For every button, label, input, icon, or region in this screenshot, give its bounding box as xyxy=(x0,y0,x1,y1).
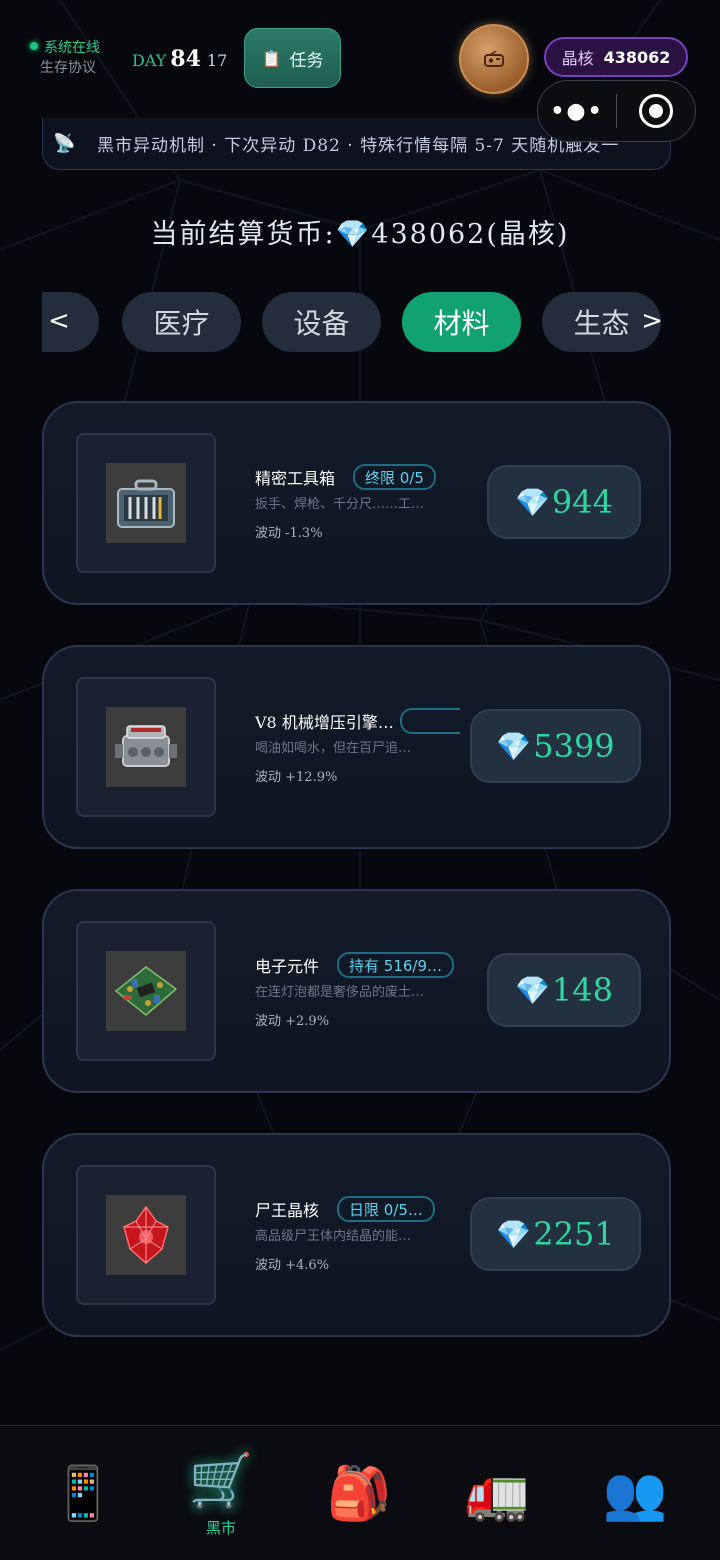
crystal-balance[interactable]: 晶核 438062 xyxy=(544,37,688,77)
chevron-left-icon[interactable]: < xyxy=(48,306,70,336)
item-limit-tag xyxy=(399,708,460,734)
settlement-currency: 当前结算货币:💎438062(晶核) xyxy=(0,212,720,251)
hour-value: 17 xyxy=(206,51,228,70)
tab-label: 设备 xyxy=(293,307,350,340)
item-fluctuation: 波动 -1.3% xyxy=(255,526,323,541)
task-button-label: 任务 xyxy=(289,50,324,71)
close-miniprogram-button[interactable] xyxy=(617,94,695,128)
category-tabs: 医疗 设备 材料 生态 < > xyxy=(42,290,671,354)
tab-label: 生态 xyxy=(573,307,630,340)
nav-item-black-market[interactable]: 🛒 黑市 xyxy=(149,1426,293,1560)
item-name: V8 机械增压引擎… xyxy=(255,713,394,732)
item-card[interactable]: V8 机械增压引擎… 喝油如喝水，但在百尸追… 波动 +12.9% 💎 5399 xyxy=(42,645,671,849)
tab-label: 医疗 xyxy=(153,307,210,340)
nav-item-people[interactable]: 👥 xyxy=(563,1426,707,1560)
red-crystal-icon xyxy=(106,1195,186,1275)
buy-price-button[interactable]: 💎 944 xyxy=(487,465,641,539)
more-options-icon[interactable]: •●• xyxy=(538,99,616,124)
circuit-board-icon xyxy=(106,951,186,1031)
tab-medical[interactable]: 医疗 xyxy=(122,292,241,352)
system-status: 系统在线 生存协议 xyxy=(30,38,100,78)
item-thumbnail-frame xyxy=(76,1165,216,1305)
item-description: 扳手、焊枪、千分尺……工… xyxy=(255,497,425,512)
price-value: 5399 xyxy=(533,727,615,765)
diamond-icon: 💎 xyxy=(496,729,532,763)
price-value: 2251 xyxy=(533,1215,615,1253)
miniprogram-capsule: •●• xyxy=(537,80,696,142)
item-thumbnail-frame xyxy=(76,921,216,1061)
item-fluctuation: 波动 +4.6% xyxy=(255,1258,330,1273)
day-counter: DAY 84 17 xyxy=(132,46,227,72)
nav-item-phone[interactable]: 📱 xyxy=(11,1426,155,1560)
tab-materials[interactable]: 材料 xyxy=(402,292,521,352)
currency-unit: (晶核) xyxy=(486,219,570,250)
radio-avatar-button[interactable] xyxy=(459,24,529,94)
protocol-label: 生存协议 xyxy=(40,60,96,76)
currency-prefix: 当前结算货币: xyxy=(150,219,336,250)
item-fluctuation: 波动 +2.9% xyxy=(255,1014,330,1029)
price-value: 148 xyxy=(551,971,613,1009)
item-name: 电子元件 xyxy=(255,957,320,976)
radio-icon xyxy=(484,51,504,67)
people-icon: 👥 xyxy=(602,1463,668,1524)
currency-amount: 438062 xyxy=(371,219,487,250)
truck-icon: 🚛 xyxy=(464,1463,530,1524)
day-number: 84 xyxy=(170,46,201,72)
item-thumbnail-frame xyxy=(76,433,216,573)
diamond-icon: 💎 xyxy=(335,219,372,250)
item-card[interactable]: 精密工具箱 终限 0/5 扳手、焊枪、千分尺……工… 波动 -1.3% 💎 944 xyxy=(42,401,671,605)
item-info: 尸王晶核 日限 0/5… 高品级尸王体内结晶的能… 波动 +4.6% xyxy=(255,1195,465,1273)
buy-price-button[interactable]: 💎 148 xyxy=(487,953,641,1027)
nav-label: 黑市 xyxy=(205,1519,236,1537)
clipboard-icon: 📋 xyxy=(261,48,282,68)
buy-price-button[interactable]: 💎 5399 xyxy=(470,709,641,783)
target-icon xyxy=(639,94,673,128)
item-card[interactable]: 电子元件 持有 516/9… 在连灯泡都是奢侈品的废土… 波动 +2.9% 💎 14… xyxy=(42,889,671,1093)
crystal-label: 晶核 xyxy=(561,49,594,68)
shopping-cart-icon: 🛒 xyxy=(188,1451,254,1511)
crystal-value: 438062 xyxy=(603,47,671,67)
tab-label: 材料 xyxy=(433,307,490,340)
item-description: 高品级尸王体内结晶的能… xyxy=(255,1229,412,1244)
toolbox-icon xyxy=(106,463,186,543)
item-card[interactable]: 尸王晶核 日限 0/5… 高品级尸王体内结晶的能… 波动 +4.6% 💎 2251 xyxy=(42,1133,671,1337)
nav-item-backpack[interactable]: 🎒 xyxy=(287,1426,431,1560)
online-dot-icon xyxy=(30,42,38,50)
item-holding-tag: 持有 516/9… xyxy=(337,952,455,978)
diamond-icon: 💎 xyxy=(496,1217,532,1251)
system-online-label: 系统在线 xyxy=(44,40,100,56)
price-value: 944 xyxy=(551,483,613,521)
phone-icon: 📱 xyxy=(50,1463,116,1524)
item-info: V8 机械增压引擎… 喝油如喝水，但在百尸追… 波动 +12.9% xyxy=(255,707,465,785)
task-button[interactable]: 📋 任务 xyxy=(244,28,341,88)
item-limit-tag: 日限 0/5… xyxy=(337,1196,435,1222)
backpack-icon: 🎒 xyxy=(326,1463,392,1524)
buy-price-button[interactable]: 💎 2251 xyxy=(470,1197,641,1271)
item-info: 电子元件 持有 516/9… 在连灯泡都是奢侈品的废土… 波动 +2.9% xyxy=(255,951,465,1029)
day-label: DAY xyxy=(132,51,167,70)
item-limit-tag: 终限 0/5 xyxy=(353,464,436,490)
item-thumbnail-frame xyxy=(76,677,216,817)
diamond-icon: 💎 xyxy=(515,485,550,519)
satellite-icon: 📡 xyxy=(53,133,76,154)
tab-equipment[interactable]: 设备 xyxy=(262,292,381,352)
item-info: 精密工具箱 终限 0/5 扳手、焊枪、千分尺……工… 波动 -1.3% xyxy=(255,463,465,541)
nav-item-truck[interactable]: 🚛 xyxy=(425,1426,569,1560)
ticker-text: 黑市异动机制 · 下次异动 D82 · 特殊行情每隔 5-7 天随机触发一 xyxy=(97,136,620,156)
chevron-right-icon[interactable]: > xyxy=(641,306,663,336)
item-fluctuation: 波动 +12.9% xyxy=(255,770,338,785)
item-description: 喝油如喝水，但在百尸追… xyxy=(255,741,412,756)
item-name: 尸王晶核 xyxy=(255,1201,320,1220)
engine-icon xyxy=(106,707,186,787)
diamond-icon: 💎 xyxy=(515,973,550,1007)
item-description: 在连灯泡都是奢侈品的废土… xyxy=(255,985,425,1000)
item-name: 精密工具箱 xyxy=(255,469,336,488)
bottom-nav: 📱 🛒 黑市 🎒 🚛 👥 xyxy=(0,1425,720,1560)
